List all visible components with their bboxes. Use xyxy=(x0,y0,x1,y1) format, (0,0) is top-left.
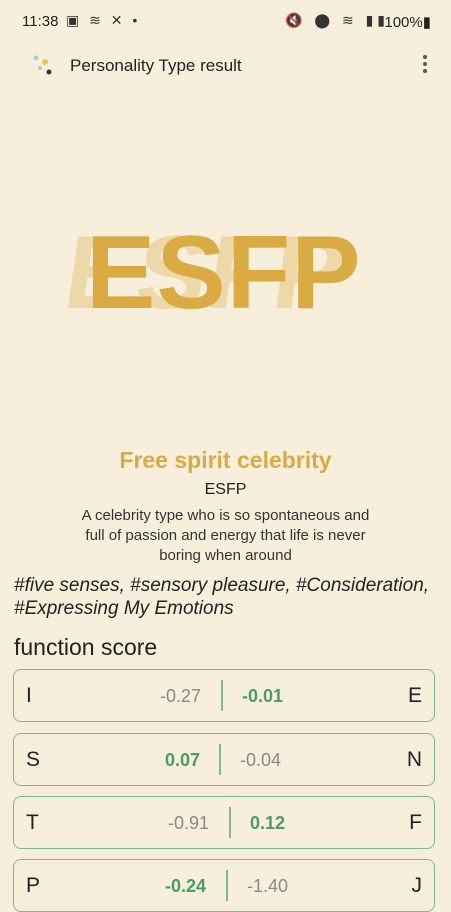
left-letter: I xyxy=(26,684,32,707)
left-score: -0.91 xyxy=(167,813,209,833)
system-status-icons: 🔇 ⬤ ≋ ▮▮ xyxy=(285,12,389,28)
type-title: Free spirit celebrity xyxy=(119,447,332,473)
dot-icon xyxy=(423,69,427,73)
right-score: -1.40 xyxy=(247,876,289,896)
type-description: A celebrity type who is so spontaneous a… xyxy=(81,507,370,564)
score-row-sn: S 0.07 -0.04 N xyxy=(13,733,435,786)
left-score: -0.27 xyxy=(159,686,201,706)
score-divider xyxy=(229,807,231,838)
personality-type-hero: ESFP ESFP xyxy=(58,200,390,340)
score-row-tf: T -0.91 0.12 F xyxy=(13,796,435,849)
right-letter: E xyxy=(407,684,422,707)
left-letter: P xyxy=(26,874,41,897)
right-letter: N xyxy=(406,748,422,771)
type-main-text: ESFP xyxy=(86,215,362,331)
score-row-pj: P -0.24 -1.40 J xyxy=(13,859,435,912)
hashtags: #five senses, #sensory pleasure, #Consid… xyxy=(14,575,430,619)
app-bar: Personality Type result xyxy=(0,42,451,90)
function-score-title: function score xyxy=(14,634,158,660)
more-options-button[interactable] xyxy=(413,52,437,80)
battery-indicator: 100%▮ xyxy=(384,14,431,31)
score-divider xyxy=(219,744,221,775)
status-time: 11:38 xyxy=(22,13,59,30)
app-logo-icon xyxy=(33,55,52,75)
dot-icon xyxy=(423,62,427,66)
left-score: 0.07 xyxy=(164,750,200,770)
score-divider xyxy=(226,870,228,901)
left-letter: T xyxy=(26,811,39,834)
score-divider xyxy=(221,680,223,711)
right-score: 0.12 xyxy=(250,813,286,833)
right-score: -0.01 xyxy=(242,686,284,706)
right-letter: J xyxy=(411,874,423,897)
right-letter: F xyxy=(409,811,422,834)
left-letter: S xyxy=(26,748,41,771)
dot-icon xyxy=(423,55,427,59)
notification-icons: ▣ ≋ ✕ • xyxy=(66,12,141,28)
left-score: -0.24 xyxy=(164,876,206,896)
type-code: ESFP xyxy=(204,481,247,498)
status-bar: 11:38 ▣ ≋ ✕ • 🔇 ⬤ ≋ ▮▮ 100%▮ xyxy=(0,0,451,42)
score-row-ie: I -0.27 -0.01 E xyxy=(13,669,435,722)
right-score: -0.04 xyxy=(240,750,282,770)
app-title: Personality Type result xyxy=(70,56,242,75)
